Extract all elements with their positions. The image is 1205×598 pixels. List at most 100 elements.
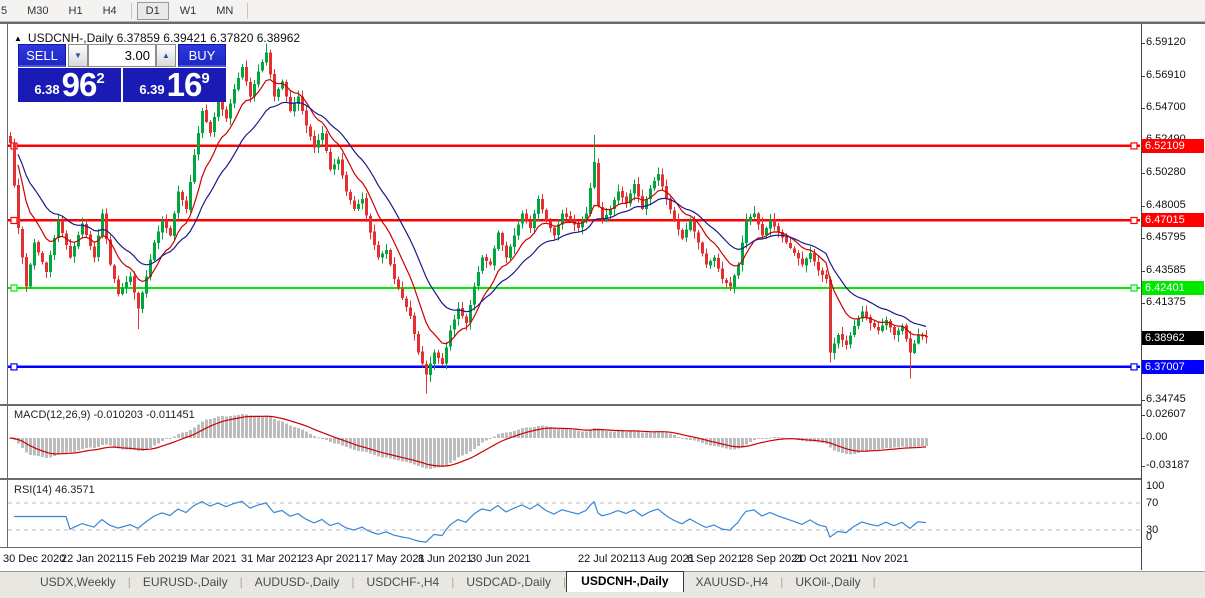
collapse-arrow-icon[interactable]: ▲ xyxy=(14,34,22,43)
date-axis[interactable]: 30 Dec 202022 Jan 202115 Feb 20219 Mar 2… xyxy=(0,548,1141,570)
line-handle[interactable] xyxy=(1131,364,1137,370)
toolbar-separator xyxy=(131,3,132,19)
rsi-axis-label: 100 xyxy=(1146,480,1164,492)
macd-top-border[interactable] xyxy=(0,404,1141,406)
buy-price-point: 9 xyxy=(201,70,209,100)
price-axis-tick xyxy=(1141,206,1145,207)
date-axis-label: 20 Oct 2021 xyxy=(794,553,854,565)
date-axis-label: 6 Sep 2021 xyxy=(687,553,743,565)
chart-tab-usdcnh[interactable]: USDCNH-,Daily xyxy=(566,571,683,592)
buy-button[interactable]: BUY xyxy=(178,44,226,67)
macd-axis-tick xyxy=(1141,415,1145,416)
chart-tab-eurusd[interactable]: EURUSD-,Daily xyxy=(131,573,240,592)
chart-tab-ukoil[interactable]: UKOil-,Daily xyxy=(783,573,872,592)
chart-left-border xyxy=(7,24,8,570)
timeframe-button-h4[interactable]: H4 xyxy=(94,2,126,20)
volume-input[interactable]: 3.00 xyxy=(88,44,156,67)
chart-tab-usdcad[interactable]: USDCAD-,Daily xyxy=(454,573,563,592)
timeframe-button-mn[interactable]: MN xyxy=(207,2,242,20)
date-axis-label: 30 Dec 2020 xyxy=(3,553,65,565)
price-axis-tick xyxy=(1141,76,1145,77)
price-axis-label: 6.43585 xyxy=(1146,264,1186,276)
macd-axis-label: -0.03187 xyxy=(1146,459,1189,471)
price-axis-tick xyxy=(1141,108,1145,109)
chart-tab-usdx[interactable]: USDX,Weekly xyxy=(28,573,128,592)
sell-button[interactable]: SELL xyxy=(18,44,66,67)
date-axis-label: 17 May 2021 xyxy=(361,553,425,565)
price-axis-tick xyxy=(1141,238,1145,239)
macd-axis-label: 0.00 xyxy=(1146,431,1167,443)
volume-decrease-button[interactable]: ▼ xyxy=(68,44,88,67)
price-axis-label: 6.56910 xyxy=(1146,69,1186,81)
line-handle[interactable] xyxy=(1131,285,1137,291)
sell-price-point: 2 xyxy=(96,70,104,100)
rsi-axis-label: 70 xyxy=(1146,497,1158,509)
line-handle[interactable] xyxy=(1131,143,1137,149)
line-handle[interactable] xyxy=(11,364,17,370)
ma-slow-line xyxy=(18,102,926,326)
timeframe-button-5[interactable]: 5 xyxy=(0,2,16,20)
price-axis-label: 6.48005 xyxy=(1146,199,1186,211)
price-axis-label: 6.50280 xyxy=(1146,166,1186,178)
timeframe-button-d1[interactable]: D1 xyxy=(137,2,169,20)
macd-axis-tick xyxy=(1141,466,1145,467)
chart-title: ▲ USDCNH-,Daily 6.37859 6.39421 6.37820 … xyxy=(14,31,300,45)
price-axis-label: 6.45795 xyxy=(1146,231,1186,243)
price-axis-tick xyxy=(1141,43,1145,44)
date-axis-label: 13 Aug 2021 xyxy=(633,553,695,565)
price-axis-tick xyxy=(1141,173,1145,174)
timeframe-button-h1[interactable]: H1 xyxy=(60,2,92,20)
rsi-line xyxy=(14,501,926,542)
rsi-panel-canvas[interactable] xyxy=(7,481,1141,547)
timeframe-toolbar: 5M30H1H4 D1W1MN xyxy=(0,0,1205,22)
ma-fast-line xyxy=(18,80,926,344)
price-level-badge: 6.47015 xyxy=(1142,213,1204,227)
bottom-status-strip xyxy=(0,592,1205,598)
price-axis-tick xyxy=(1141,400,1145,401)
chart-tab-usdchf[interactable]: USDCHF-,H4 xyxy=(355,573,452,592)
price-axis-label: 6.34745 xyxy=(1146,393,1186,405)
line-handle[interactable] xyxy=(1131,217,1137,223)
chart-tab-xauusd[interactable]: XAUUSD-,H4 xyxy=(684,573,781,592)
date-axis-label: 30 Jun 2021 xyxy=(470,553,531,565)
price-level-badge: 6.52109 xyxy=(1142,139,1204,153)
line-handle[interactable] xyxy=(11,285,17,291)
price-axis-tick xyxy=(1141,303,1145,304)
symbol-ohlc-title: USDCNH-,Daily 6.37859 6.39421 6.37820 6.… xyxy=(28,31,300,45)
rsi-top-border[interactable] xyxy=(0,478,1141,480)
one-click-trade-panel: SELL ▼ 3.00 ▲ BUY 6.38 96 2 6.39 16 9 xyxy=(18,44,226,104)
buy-price-prefix: 6.39 xyxy=(139,82,164,100)
rsi-axis-label: 0 xyxy=(1146,531,1152,543)
price-axis-label: 6.54700 xyxy=(1146,101,1186,113)
date-axis-label: 11 Nov 2021 xyxy=(847,553,909,565)
macd-axis-tick xyxy=(1141,438,1145,439)
buy-price-display[interactable]: 6.39 16 9 xyxy=(123,68,226,102)
timeframe-button-w1[interactable]: W1 xyxy=(171,2,206,20)
line-handle[interactable] xyxy=(11,217,17,223)
chart-tab-audusd[interactable]: AUDUSD-,Daily xyxy=(243,573,352,592)
date-axis-label: 8 Jun 2021 xyxy=(418,553,472,565)
sell-price-display[interactable]: 6.38 96 2 xyxy=(18,68,121,102)
date-axis-label: 23 Apr 2021 xyxy=(301,553,360,565)
chart-tab-bar: USDX,Weekly|EURUSD-,Daily|AUDUSD-,Daily|… xyxy=(0,571,1205,592)
date-axis-label: 31 Mar 2021 xyxy=(241,553,303,565)
timeframe-button-m30[interactable]: M30 xyxy=(18,2,57,20)
sell-price-pips: 96 xyxy=(62,70,97,100)
sell-price-prefix: 6.38 xyxy=(34,82,59,100)
current-price-badge: 6.38962 xyxy=(1142,331,1204,345)
toolbar-separator xyxy=(247,3,248,19)
date-axis-label: 22 Jan 2021 xyxy=(61,553,122,565)
trading-terminal: 5M30H1H4 D1W1MN ▲ USDCNH-,Daily 6.37859 6… xyxy=(0,0,1205,598)
macd-indicator-label: MACD(12,26,9) -0.010203 -0.011451 xyxy=(14,409,195,421)
buy-price-pips: 16 xyxy=(167,70,202,100)
date-axis-label: 22 Jul 2021 xyxy=(578,553,635,565)
price-axis-label: 6.59120 xyxy=(1146,36,1186,48)
tab-separator: | xyxy=(873,575,876,592)
price-level-badge: 6.42401 xyxy=(1142,281,1204,295)
date-axis-label: 9 Mar 2021 xyxy=(181,553,237,565)
date-axis-label: 15 Feb 2021 xyxy=(121,553,183,565)
price-axis-label: 6.41375 xyxy=(1146,296,1186,308)
rsi-indicator-label: RSI(14) 46.3571 xyxy=(14,484,95,496)
price-axis-tick xyxy=(1141,271,1145,272)
volume-increase-button[interactable]: ▲ xyxy=(156,44,176,67)
